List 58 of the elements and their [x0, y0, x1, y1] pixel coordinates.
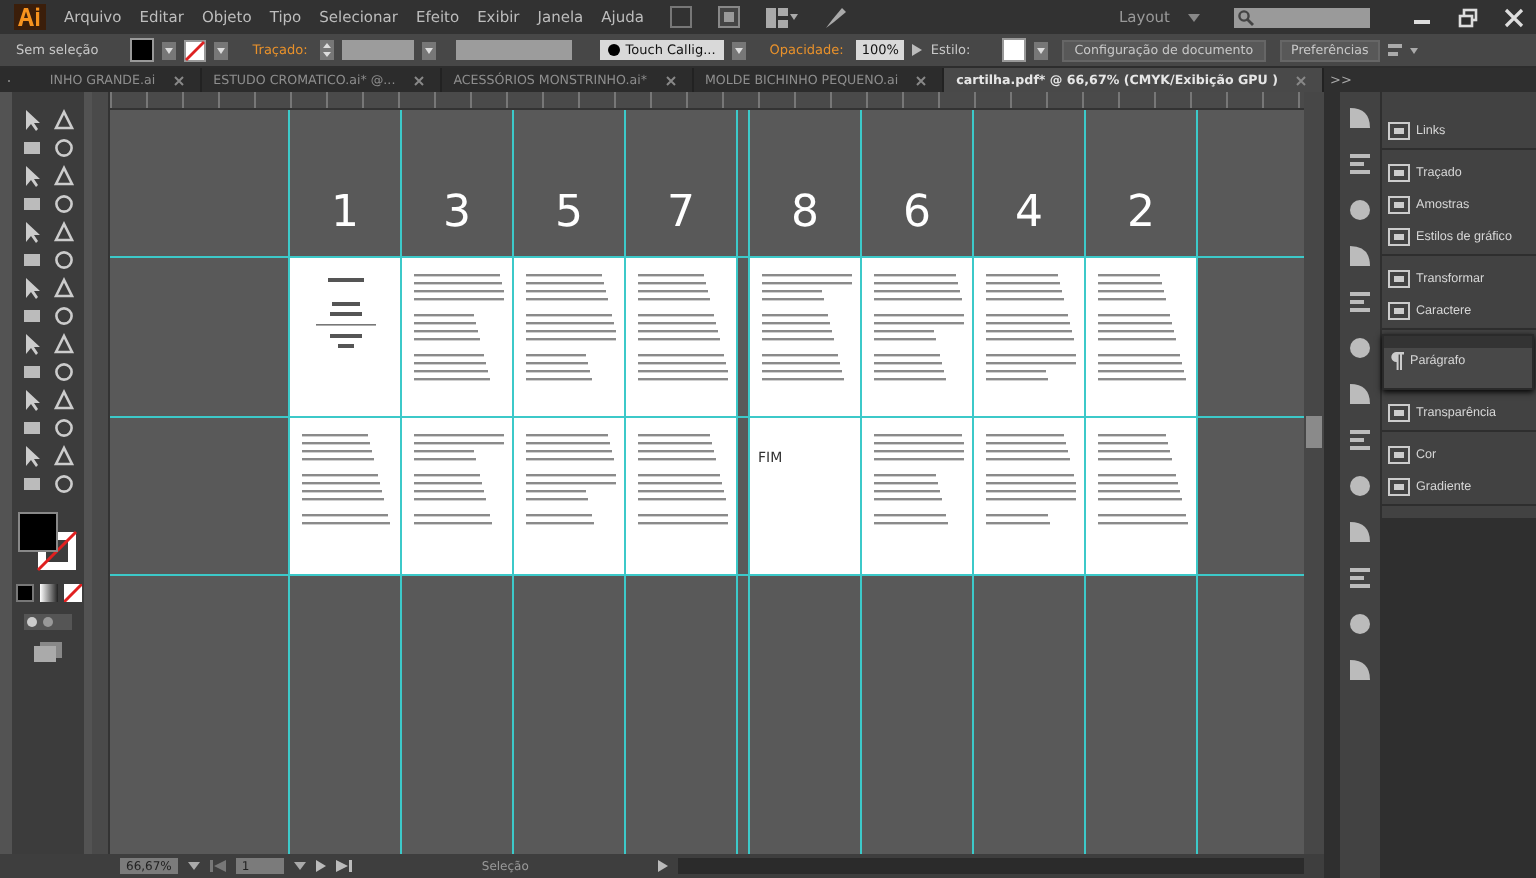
panel-icon — [1388, 195, 1410, 213]
fill-stroke-swatches[interactable] — [18, 512, 78, 572]
close-icon[interactable] — [665, 75, 675, 85]
panel-icon — [1388, 445, 1410, 463]
selection-arrow-icon[interactable] — [20, 108, 44, 132]
caret-icon[interactable] — [421, 41, 436, 59]
page-number: 3 — [443, 192, 471, 236]
caret-icon — [1188, 13, 1200, 21]
stock-icon[interactable] — [717, 6, 740, 28]
last-page-icon[interactable] — [335, 860, 352, 872]
color-mode-button[interactable] — [15, 584, 33, 602]
page-number: 5 — [555, 192, 583, 236]
brush-dot-icon — [607, 44, 620, 56]
panel-icon — [1388, 477, 1410, 495]
search-icon — [1238, 9, 1254, 25]
play-arrow-icon[interactable] — [658, 860, 669, 872]
page-number: 1 — [331, 192, 359, 236]
caret-icon[interactable] — [162, 41, 177, 59]
gradient-mode-button[interactable] — [39, 584, 57, 602]
first-page-icon[interactable] — [209, 860, 226, 872]
caret-icon[interactable] — [731, 41, 746, 59]
stroke-weight-field[interactable] — [341, 40, 414, 60]
style-swatch[interactable] — [1002, 38, 1027, 62]
page-number: 4 — [1015, 192, 1043, 236]
panel-icon — [1388, 403, 1410, 421]
app-logo-icon — [14, 4, 46, 30]
page-number: 7 — [667, 192, 695, 236]
play-arrow-icon[interactable] — [912, 44, 923, 56]
vertical-scrollbar[interactable] — [1304, 92, 1324, 854]
arrange-documents-icon[interactable] — [765, 7, 798, 27]
fill-swatch[interactable] — [130, 38, 155, 62]
stepper-icon[interactable] — [319, 40, 334, 60]
caret-icon[interactable] — [1034, 41, 1049, 59]
panel-icon — [1388, 269, 1410, 287]
page-number: 6 — [903, 192, 931, 236]
none-mode-button[interactable] — [63, 584, 81, 602]
caret-icon[interactable] — [214, 41, 229, 59]
panel-icon — [1388, 301, 1410, 319]
draw-mode-icon[interactable] — [24, 614, 72, 630]
bridge-icon[interactable] — [669, 6, 692, 28]
panel-icon — [1388, 227, 1410, 245]
page-number: 8 — [791, 192, 819, 236]
search-field[interactable] — [1234, 7, 1370, 27]
close-icon[interactable] — [413, 75, 424, 85]
close-icon[interactable] — [173, 75, 184, 85]
align-icon[interactable] — [1346, 150, 1374, 178]
screen-mode-icon[interactable] — [34, 642, 62, 662]
restore-icon[interactable] — [1458, 7, 1478, 27]
panel-icon — [1388, 121, 1410, 139]
arrange-icon[interactable] — [1388, 42, 1421, 58]
panel-icon — [1388, 163, 1410, 181]
close-icon[interactable] — [916, 75, 927, 85]
caret-icon[interactable] — [293, 862, 306, 870]
page-number: 2 — [1127, 192, 1155, 236]
next-page-icon[interactable] — [315, 860, 326, 872]
caret-icon[interactable] — [187, 862, 200, 870]
no-stroke-swatch[interactable] — [184, 39, 207, 61]
pilcrow-icon — [1390, 351, 1404, 369]
